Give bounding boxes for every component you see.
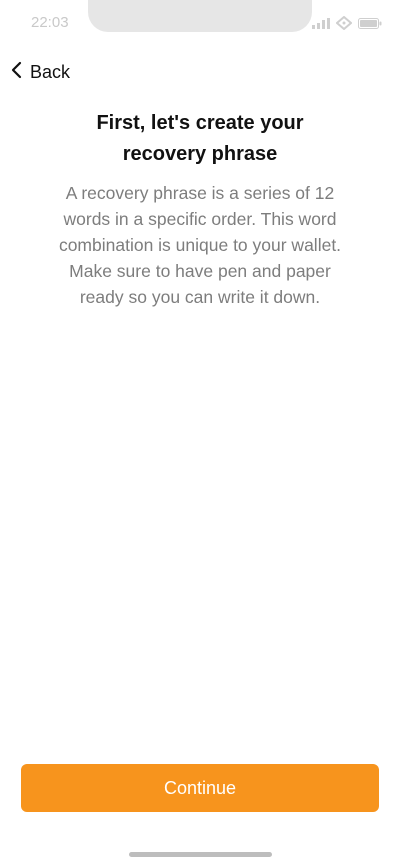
back-label: Back xyxy=(30,62,71,82)
recovery-phrase-description: A recovery phrase is a series of 12 word… xyxy=(24,180,376,310)
status-bar: 22:03 xyxy=(0,0,400,44)
wifi-icon xyxy=(336,16,352,30)
continue-button[interactable]: Continue xyxy=(21,764,379,812)
back-button[interactable]: Back xyxy=(10,60,70,85)
status-icons xyxy=(312,16,382,30)
page-title-line: First, let's create your xyxy=(96,112,304,134)
description-line: words in a specific order. This word xyxy=(63,209,337,229)
description-line: ready so you can write it down. xyxy=(79,287,321,307)
signal-icon xyxy=(312,17,330,29)
description-line: combination is unique to your wallet. xyxy=(58,235,342,255)
chevron-left-icon xyxy=(10,60,24,85)
page-title-line: recovery phrase xyxy=(122,143,278,165)
description-line: A recovery phrase is a series of 12 xyxy=(65,183,335,203)
home-indicator xyxy=(129,852,272,857)
status-time: 22:03 xyxy=(31,14,69,31)
description-line: Make sure to have pen and paper xyxy=(69,261,331,281)
battery-icon xyxy=(358,17,382,29)
device-notch xyxy=(88,0,312,32)
page-title: First, let's create your recovery phrase xyxy=(40,108,360,170)
